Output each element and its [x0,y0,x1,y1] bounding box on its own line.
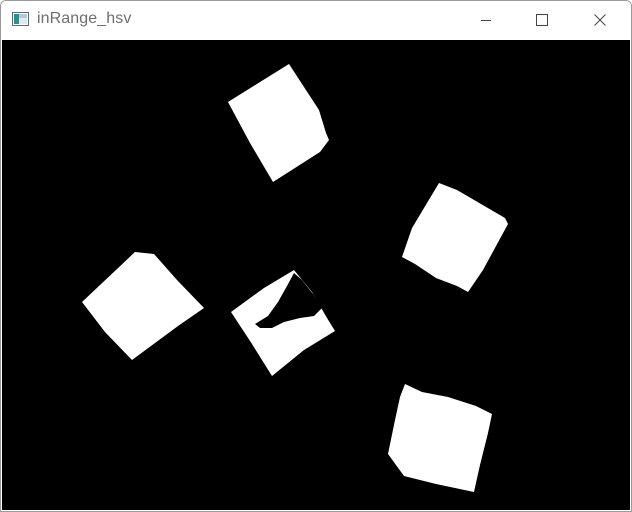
title-bar[interactable]: inRange_hsv [1,1,631,39]
minimize-icon [481,20,491,21]
window-app-icon [12,12,29,26]
app-window: inRange_hsv [0,0,632,512]
mask-image [2,40,630,510]
maximize-button[interactable] [519,1,565,39]
close-icon [594,14,606,26]
image-canvas [2,40,630,510]
maximize-icon [536,14,548,26]
close-button[interactable] [577,1,623,39]
window-title: inRange_hsv [37,10,132,27]
minimize-button[interactable] [463,1,509,39]
